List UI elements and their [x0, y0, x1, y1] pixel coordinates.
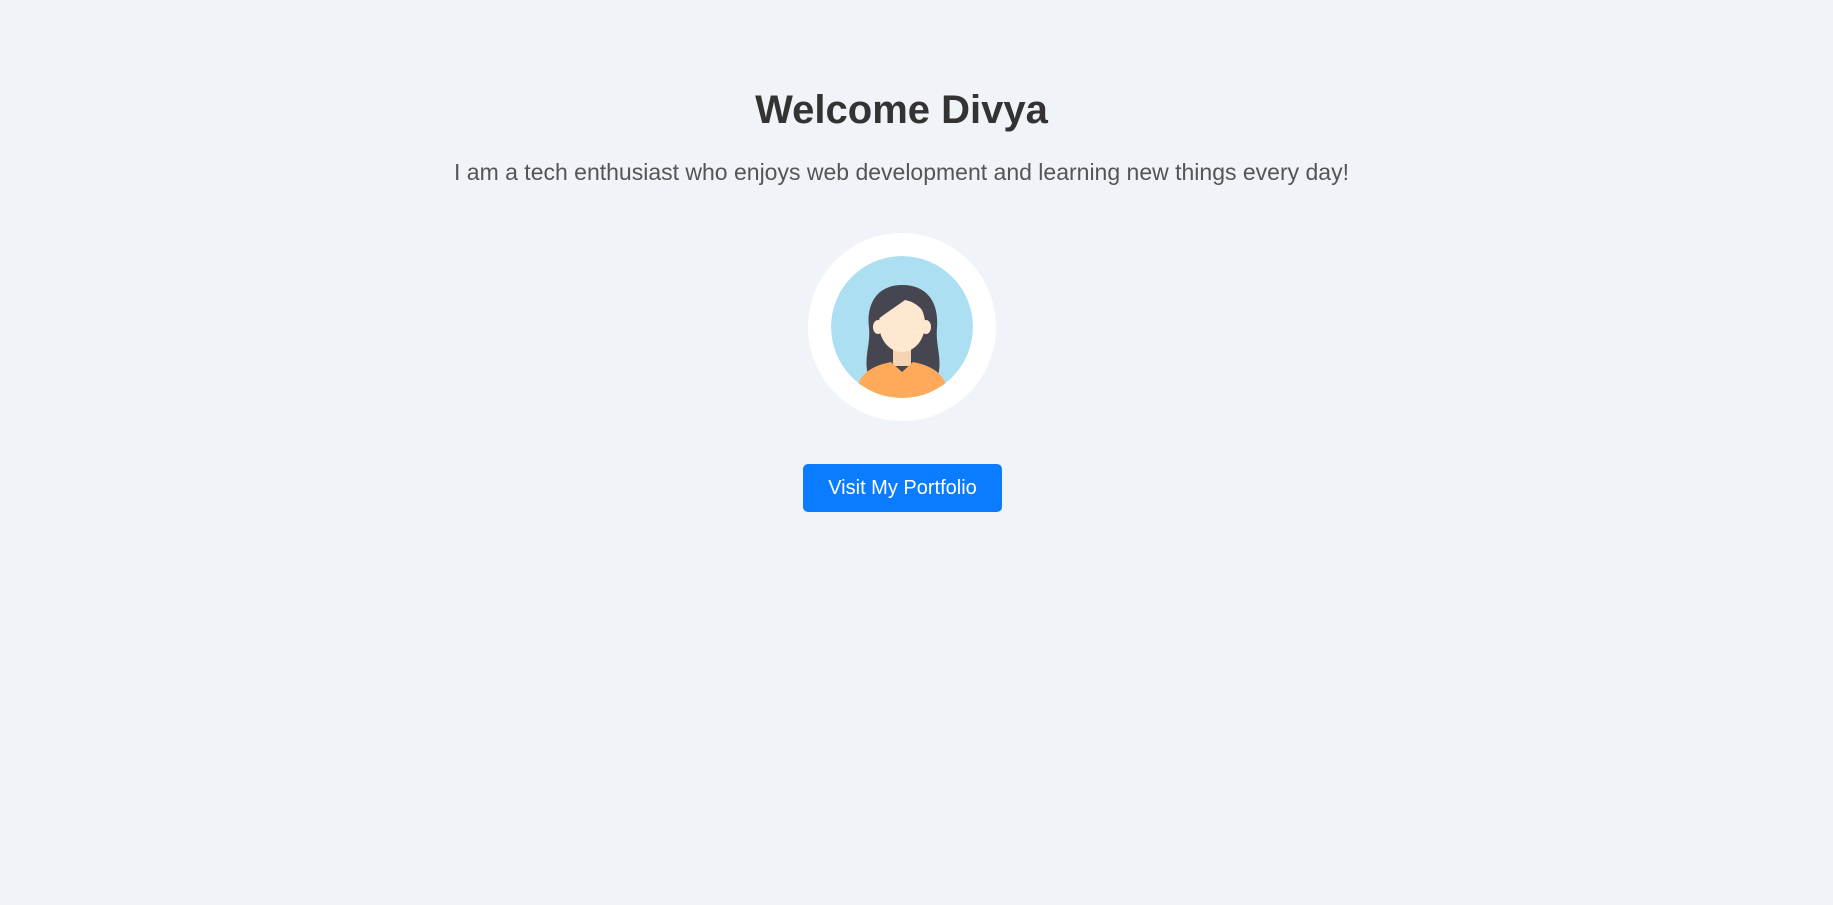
female-avatar-icon	[831, 256, 973, 398]
page-title: Welcome Divya	[755, 88, 1048, 132]
page-subtitle: I am a tech enthusiast who enjoys web de…	[454, 159, 1349, 185]
visit-portfolio-button[interactable]: Visit My Portfolio	[803, 464, 1002, 512]
avatar	[808, 233, 996, 421]
welcome-page: Welcome Divya I am a tech enthusiast who…	[0, 0, 1833, 905]
